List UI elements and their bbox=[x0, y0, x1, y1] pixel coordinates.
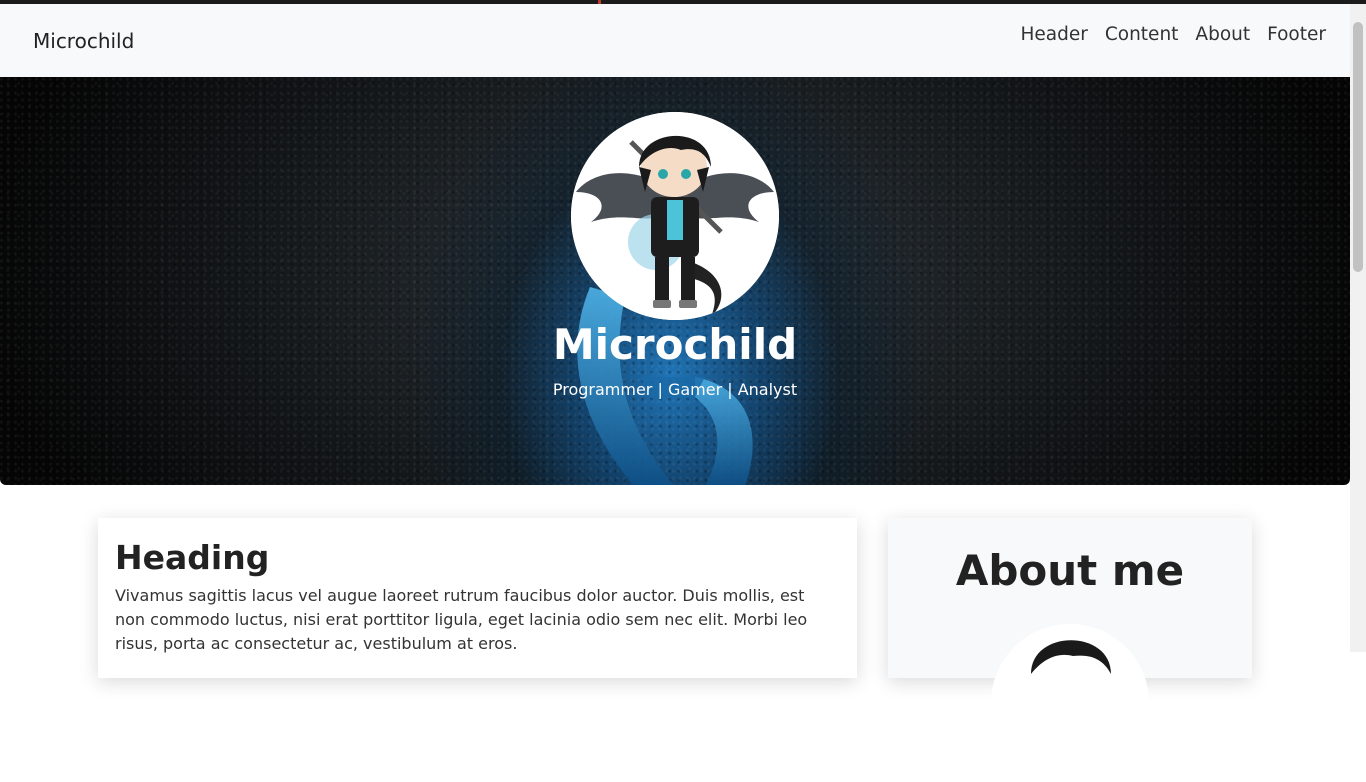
nav-link-content[interactable]: Content bbox=[1105, 24, 1179, 45]
content-heading: Heading bbox=[115, 538, 270, 577]
nav-link-about[interactable]: About bbox=[1195, 24, 1250, 45]
about-avatar bbox=[991, 624, 1149, 782]
page-scrollbar[interactable] bbox=[1350, 4, 1366, 652]
hero-banner: Microchild Programmer | Gamer | Analyst bbox=[0, 77, 1350, 485]
avatar-illustration bbox=[571, 112, 779, 320]
nav-links: Header Content About Footer bbox=[1020, 24, 1326, 45]
about-card: About me bbox=[888, 518, 1252, 782]
nav-link-footer[interactable]: Footer bbox=[1267, 24, 1326, 45]
nav-link-header[interactable]: Header bbox=[1020, 24, 1087, 45]
navbar: Microchild Header Content About Footer bbox=[0, 4, 1350, 77]
about-avatar-illustration bbox=[991, 624, 1149, 782]
about-heading: About me bbox=[955, 546, 1185, 595]
content-card: Heading Vivamus sagittis lacus vel augue… bbox=[98, 518, 857, 678]
hero-subtitle: Programmer | Gamer | Analyst bbox=[552, 380, 798, 399]
content-paragraph: Vivamus sagittis lacus vel augue laoreet… bbox=[115, 586, 808, 653]
profile-avatar bbox=[571, 112, 779, 320]
navbar-brand[interactable]: Microchild bbox=[33, 29, 134, 53]
scrollbar-thumb[interactable] bbox=[1353, 22, 1363, 272]
hero-title: Microchild bbox=[552, 320, 798, 369]
